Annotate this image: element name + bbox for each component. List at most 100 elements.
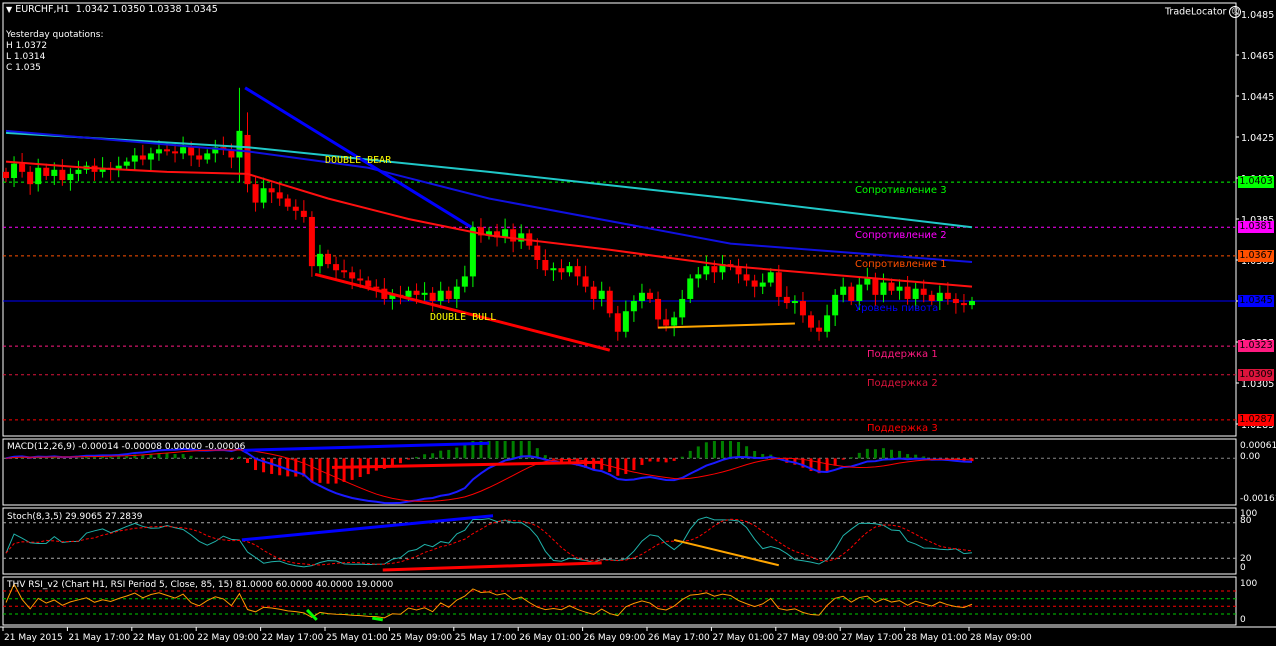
orange-trendline [658,322,795,329]
candle-body [606,290,613,314]
candle-body [357,278,364,281]
candle-body [864,278,871,285]
pivot-level-label: Поддержка 2 [867,377,938,389]
candle-body [147,153,154,160]
price-tag: 1.0367 [1238,249,1274,262]
macd-divergence-line [243,441,490,452]
candle-body [252,184,259,203]
macd-tick-zero: 0.00 [1240,452,1261,462]
candle-body [155,149,162,154]
candle-body [687,278,694,299]
stoch-label: Stoch(8,3,5) 29.9065 27.2839 [7,512,143,522]
candle-body [429,292,436,301]
candle-body [59,169,66,181]
double-bull-label: DOUBLE BULL [430,312,497,323]
candle-body [123,161,130,166]
candle-body [848,286,855,301]
ohlc-readout: 1.0342 1.0350 1.0338 1.0345 [75,4,218,15]
candle-body [566,266,573,273]
candle-body [413,290,420,295]
candle-body [711,266,718,273]
candle-body [421,292,428,295]
candle-body [936,292,943,301]
candle-body [276,192,283,199]
time-label: 26 May 17:00 [648,633,710,643]
candle-body [35,167,42,185]
time-label: 28 May 01:00 [906,633,968,643]
chart-canvas[interactable]: 1.04851.04651.04451.04251.04051.03851.03… [0,0,1276,646]
candle-body [912,288,919,299]
price-tick-label: 1.0445 [1241,92,1274,103]
macd-tick-max: 0.00061 [1240,441,1276,451]
time-label: 25 May 01:00 [326,633,388,643]
candle-body [43,167,50,176]
yesterday-close: C 1.035 [6,63,41,73]
candle-body [131,155,138,162]
candle-body [630,301,637,312]
candle-body [960,303,967,306]
candle-body [872,278,879,295]
candle-body [11,163,18,178]
candle-body [308,216,315,267]
candle-body [164,149,170,152]
pivot-level-label: Поддержка 3 [867,422,938,434]
candle-body [944,292,951,299]
symbol-label: EURCHF,H1 [15,4,70,15]
candle-body [743,274,750,281]
macd-label: MACD(12,26,9) -0.00014 -0.00008 0.00000 … [7,442,246,452]
candle-body [799,301,806,316]
candle-body [574,266,581,277]
candle-body [783,296,790,304]
candle-body [622,311,629,332]
candle-body [534,245,541,260]
price-tag: 1.0323 [1238,340,1274,353]
candle-body [655,298,662,320]
price-tag: 1.0403 [1238,176,1274,189]
rsi-tick-100: 100 [1240,579,1258,589]
time-label: 21 May 2015 [4,633,63,643]
candle-body [896,286,903,291]
candle-body [196,155,203,160]
candle-body [751,280,758,287]
candle-body [139,155,146,160]
candle-body [679,298,686,318]
candle-body [614,313,621,332]
candle-body [236,130,243,158]
price-tick-label: 1.0425 [1241,133,1274,144]
price-tag: 1.0309 [1238,368,1274,381]
candle-body [510,229,517,242]
time-label: 22 May 09:00 [197,633,259,643]
candle-body [671,317,678,326]
stoch-panel [2,507,1237,575]
candle-body [969,301,975,306]
candle-body [469,227,476,277]
candle-body [856,284,863,301]
candle-body [840,286,847,295]
candle-body [349,272,356,279]
candle-body [3,171,9,178]
pivot-level-label: Сопротивление 2 [855,230,947,242]
candle-body [437,290,444,301]
candle-body [172,151,179,154]
stoch-divergence-line [382,561,602,572]
candle-body [292,206,299,211]
candle-body [244,134,251,185]
candle-body [461,276,468,287]
stoch-divergence-line [673,538,780,567]
candle-body [27,171,34,185]
candle-body [19,163,26,172]
candle-body [284,198,291,207]
time-label: 25 May 09:00 [390,633,452,643]
candle-body [204,153,211,160]
double-bear-label: DOUBLE BEAR [325,155,392,166]
candle-body [75,169,82,174]
pivot-level-label: Поддержка 1 [867,349,938,361]
candle-body [920,288,927,295]
collapse-arrow-icon[interactable]: ▼ [6,5,12,14]
candle-body [808,315,814,328]
yesterday-title: Yesterday quotations: [6,30,104,40]
time-label: 27 May 09:00 [777,633,839,643]
trade-locator[interactable]: TradeLocator ☹ [1165,6,1242,18]
yesterday-low: L 1.0314 [6,52,46,62]
candle-body [590,286,597,299]
